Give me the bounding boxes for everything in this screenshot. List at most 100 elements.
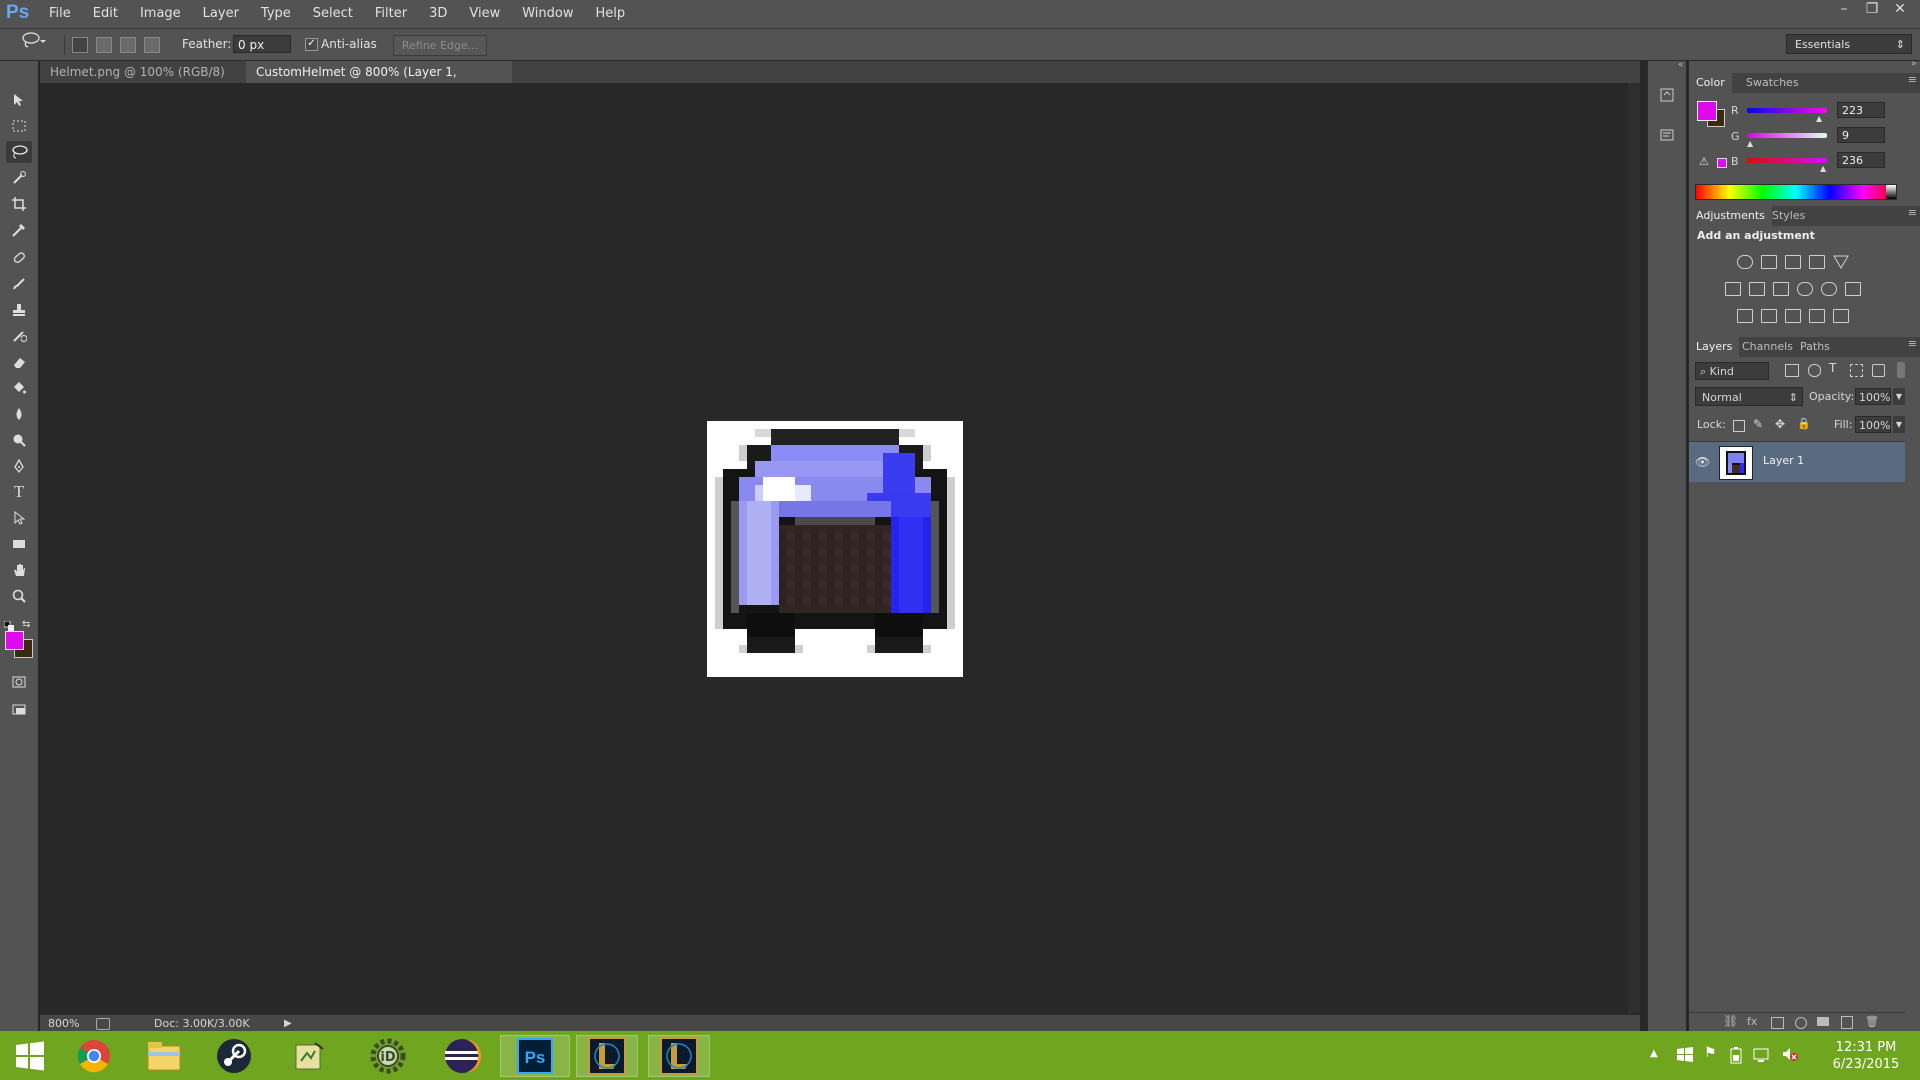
tab-swatches[interactable]: Swatches [1739, 73, 1806, 93]
canvas-area[interactable] [40, 83, 1640, 1013]
subtract-selection-icon[interactable] [120, 37, 136, 53]
new-layer-icon[interactable] [1841, 1016, 1853, 1029]
channel-r-input[interactable]: 223 [1837, 102, 1885, 118]
photo-filter-icon[interactable] [1797, 282, 1813, 296]
healing-brush-tool-icon[interactable] [6, 247, 32, 269]
network-icon[interactable] [1752, 1046, 1772, 1067]
tab-adjustments[interactable]: Adjustments [1689, 206, 1772, 226]
slider-thumb-icon[interactable]: ▲ [1747, 139, 1753, 148]
screen-mode-icon[interactable] [6, 699, 32, 721]
status-menu-arrow-icon[interactable]: ▶ [284, 1015, 292, 1032]
channel-g-input[interactable]: 9 [1837, 127, 1885, 143]
menu-filter[interactable]: Filter [364, 0, 418, 28]
history-brush-tool-icon[interactable] [6, 325, 32, 347]
layer-name[interactable]: Layer 1 [1763, 454, 1804, 467]
quick-mask-icon[interactable] [6, 671, 32, 693]
dodge-tool-icon[interactable] [6, 429, 32, 451]
menu-edit[interactable]: Edit [82, 0, 129, 28]
intersect-selection-icon[interactable] [144, 37, 160, 53]
filter-adjustment-icon[interactable] [1808, 364, 1821, 377]
history-panel-icon[interactable] [1659, 87, 1675, 103]
fx-icon[interactable]: fx [1747, 1015, 1757, 1028]
filter-type-icon[interactable]: T [1829, 361, 1836, 375]
feather-input[interactable]: 0 px [233, 35, 291, 53]
minimize-button[interactable]: – [1830, 0, 1858, 20]
eraser-tool-icon[interactable] [6, 351, 32, 373]
zoom-tool-icon[interactable] [6, 585, 32, 607]
file-explorer-icon[interactable] [136, 1035, 192, 1077]
panel-menu-icon[interactable]: ≡ [1908, 337, 1917, 350]
exposure-icon[interactable] [1809, 255, 1825, 269]
type-tool-icon[interactable]: T [6, 481, 32, 503]
invert-icon[interactable] [1737, 309, 1753, 323]
color-spectrum-ramp[interactable] [1695, 184, 1897, 200]
clock[interactable]: 12:31 PM 6/23/2015 [1820, 1039, 1912, 1073]
lock-pixels-icon[interactable]: ✎ [1753, 417, 1763, 431]
lasso-tool-icon[interactable] [6, 141, 32, 163]
menu-help[interactable]: Help [585, 0, 637, 28]
channel-g-slider[interactable] [1747, 133, 1827, 138]
slider-thumb-icon[interactable]: ▲ [1820, 164, 1826, 173]
league-of-legends-icon-1[interactable] [576, 1035, 638, 1077]
selective-color-icon[interactable] [1809, 309, 1825, 323]
battery-icon[interactable] [1728, 1046, 1744, 1067]
channel-b-input[interactable]: 236 [1837, 152, 1885, 168]
hand-tool-icon[interactable] [6, 559, 32, 581]
channel-r-slider[interactable] [1747, 108, 1827, 113]
tab-color[interactable]: Color [1689, 73, 1732, 93]
color-fg-swatch[interactable] [1697, 101, 1717, 121]
close-button[interactable]: ✕ [1886, 0, 1914, 20]
chevron-down-icon[interactable]: ▼ [1893, 416, 1905, 433]
rectangle-tool-icon[interactable] [6, 533, 32, 555]
slider-thumb-icon[interactable]: ▲ [1816, 114, 1822, 123]
menu-image[interactable]: Image [129, 0, 192, 28]
clone-stamp-tool-icon[interactable] [6, 299, 32, 321]
menu-window[interactable]: Window [511, 0, 584, 28]
color-lookup-icon[interactable] [1845, 282, 1861, 296]
marquee-tool-icon[interactable] [6, 115, 32, 137]
expand-arrows-icon[interactable]: » [1911, 59, 1917, 69]
refine-edge-button[interactable]: Refine Edge... [393, 35, 487, 56]
filter-pixel-icon[interactable] [1785, 364, 1799, 377]
lock-position-icon[interactable]: ✥ [1775, 417, 1785, 431]
opacity-input[interactable]: 100% [1855, 388, 1891, 405]
new-selection-icon[interactable] [72, 37, 88, 53]
levels-icon[interactable] [1761, 255, 1777, 269]
panel-menu-icon[interactable]: ≡ [1908, 73, 1917, 86]
tab-layers[interactable]: Layers [1689, 337, 1740, 357]
color-balance-icon[interactable] [1749, 282, 1765, 296]
filter-toggle[interactable] [1897, 362, 1905, 378]
foreground-color-swatch[interactable] [5, 631, 24, 650]
tab-paths[interactable]: Paths [1793, 337, 1837, 357]
eyedropper-tool-icon[interactable] [6, 219, 32, 241]
volume-muted-icon[interactable] [1780, 1044, 1800, 1067]
hue-saturation-icon[interactable] [1725, 282, 1741, 296]
chrome-icon[interactable] [66, 1035, 122, 1077]
threshold-icon[interactable] [1785, 309, 1801, 323]
workspace-select[interactable]: Essentials ⇕ [1786, 34, 1912, 54]
app-green-icon[interactable] [282, 1035, 338, 1077]
tab-channels[interactable]: Channels [1735, 337, 1800, 357]
gamut-warning-icon[interactable]: ⚠ [1699, 155, 1709, 168]
lock-all-icon[interactable]: 🔒 [1797, 417, 1811, 430]
pen-tool-icon[interactable] [6, 455, 32, 477]
zoom-level[interactable]: 800% [48, 1015, 79, 1032]
menu-file[interactable]: File [38, 0, 82, 28]
posterize-icon[interactable] [1761, 309, 1777, 323]
blur-tool-icon[interactable] [6, 403, 32, 425]
antialias-checkbox[interactable]: ✓ [305, 38, 318, 51]
crop-tool-icon[interactable] [6, 193, 32, 215]
collapse-arrows-icon[interactable]: « [1678, 60, 1684, 70]
settings-gear-icon[interactable]: iD [360, 1035, 416, 1077]
add-selection-icon[interactable] [96, 37, 112, 53]
panel-menu-icon[interactable]: ≡ [1908, 206, 1917, 219]
link-layers-icon[interactable]: ⛓ [1723, 1014, 1738, 1028]
brightness-contrast-icon[interactable] [1737, 255, 1753, 269]
restore-button[interactable]: ❐ [1858, 0, 1886, 20]
photoshop-taskbar-icon[interactable]: Ps [500, 1035, 570, 1077]
paint-bucket-tool-icon[interactable] [6, 377, 32, 399]
status-info-icon[interactable] [96, 1018, 110, 1030]
steam-icon[interactable] [206, 1035, 262, 1077]
menu-layer[interactable]: Layer [192, 0, 250, 28]
vibrance-icon[interactable] [1833, 255, 1849, 269]
